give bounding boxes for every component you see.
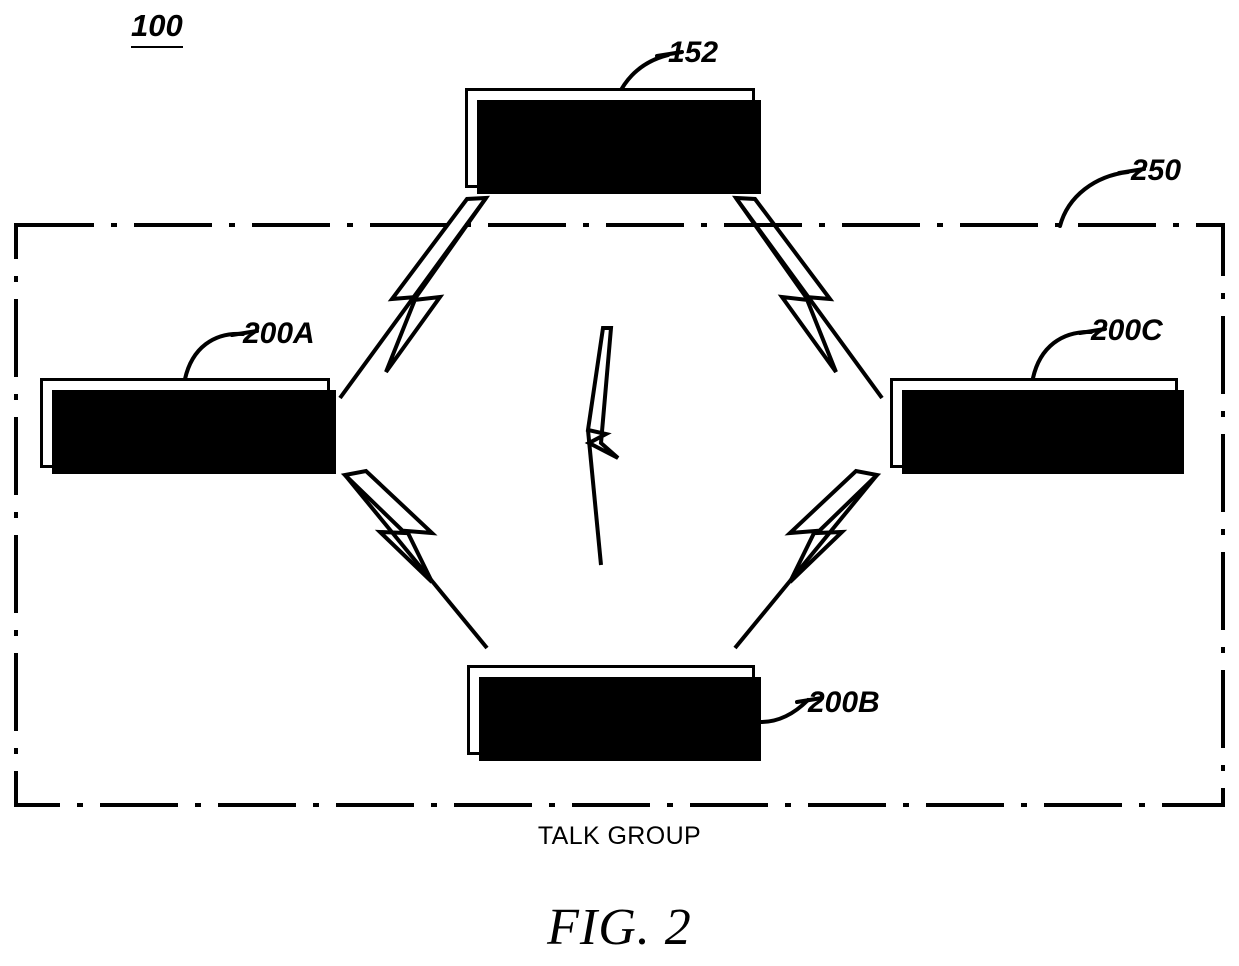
ref-numeral-152: 152 xyxy=(668,36,719,69)
node-communication-device-a[interactable]: COMMUNICATION DEVICE xyxy=(40,378,336,474)
node-label-line2: DEVICE xyxy=(987,424,1081,452)
leader-line-200c xyxy=(1031,329,1093,380)
ref-numeral-200b: 200B xyxy=(808,686,880,719)
node-infrastructure-ran[interactable]: INFRASTRUCTURE RAN xyxy=(465,88,761,194)
node-communication-device-c[interactable]: COMMUNICATION DEVICE xyxy=(890,378,1184,474)
figure-caption: FIG. 2 xyxy=(547,899,692,956)
node-label-line2: RAN xyxy=(583,139,637,167)
leader-line-200a xyxy=(183,331,245,381)
leader-line-250 xyxy=(1058,170,1130,228)
node-label-line2: DEVICE xyxy=(564,711,658,739)
link-center-talkgroup xyxy=(584,326,620,566)
talk-group-caption: TALK GROUP xyxy=(537,822,702,850)
link-device-a-device-b xyxy=(340,468,489,650)
link-device-c-device-b xyxy=(733,468,882,650)
patent-figure-2: INFRASTRUCTURE RAN COMMUNICATION DEVICE … xyxy=(0,0,1239,966)
ref-numeral-200a: 200A xyxy=(243,317,315,350)
node-communication-device-b[interactable]: COMMUNICATION DEVICE xyxy=(467,665,761,761)
node-label-line2: DEVICE xyxy=(138,424,232,452)
link-ran-device-c xyxy=(731,195,884,400)
ref-numeral-200c: 200C xyxy=(1091,314,1163,347)
node-label-line1: INFRASTRUCTURE xyxy=(494,108,726,137)
ref-numeral-100: 100 xyxy=(131,8,183,48)
node-label-line1: COMMUNICATION xyxy=(76,393,294,422)
link-ran-device-a xyxy=(338,195,491,400)
ref-numeral-250: 250 xyxy=(1131,154,1182,187)
node-label-line1: COMMUNICATION xyxy=(502,680,720,709)
node-label-line1: COMMUNICATION xyxy=(925,393,1143,422)
